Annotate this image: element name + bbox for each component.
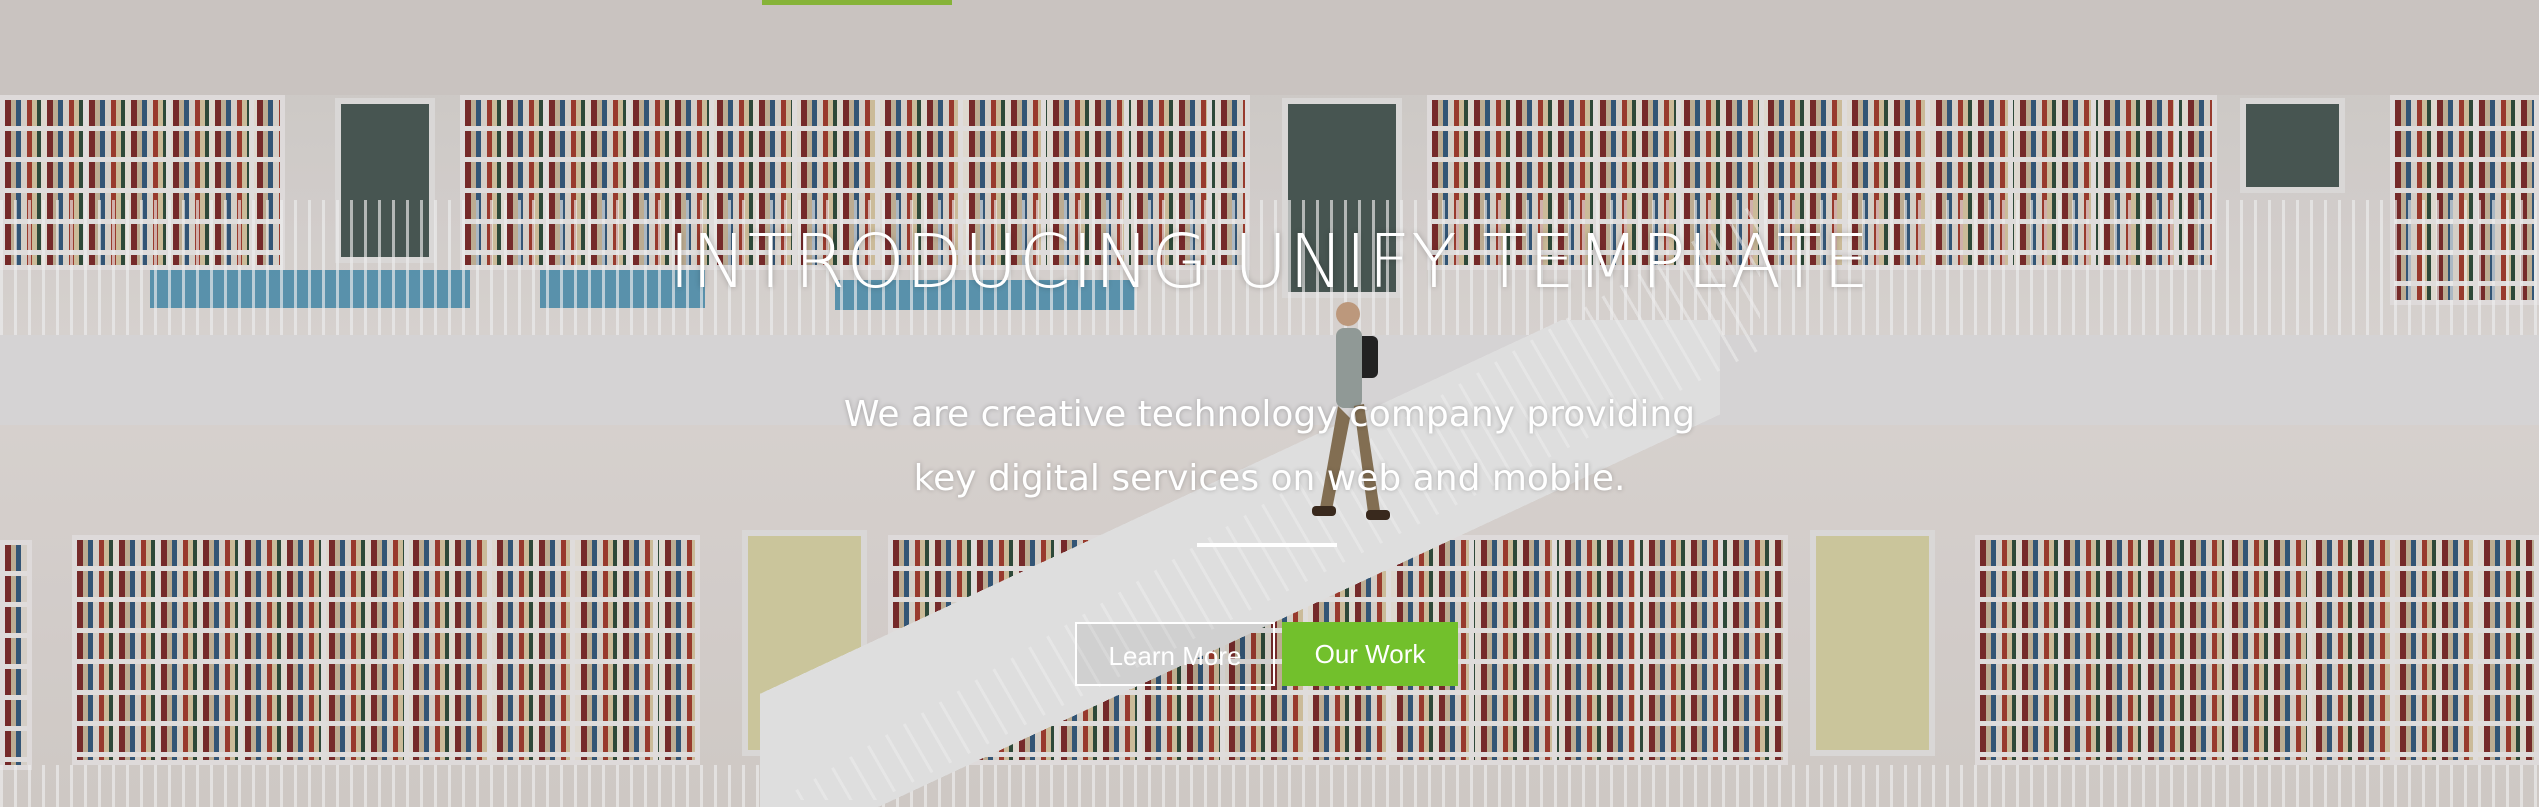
hero-subtitle-line-1: We are creative technology company provi…	[843, 394, 1696, 435]
hero-section: INTRODUCING UNIFY TEMPLATE We are creati…	[0, 0, 2539, 807]
hero-title: INTRODUCING UNIFY TEMPLATE	[668, 219, 1871, 305]
hero-subtitle-line-2: key digital services on web and mobile.	[913, 458, 1626, 499]
title-divider	[1197, 543, 1337, 547]
learn-more-button[interactable]: Learn More	[1075, 622, 1275, 686]
our-work-button[interactable]: Our Work	[1282, 622, 1458, 686]
hero-content: INTRODUCING UNIFY TEMPLATE We are creati…	[0, 0, 2539, 807]
hero-subtitle: We are creative technology company provi…	[0, 383, 2539, 511]
